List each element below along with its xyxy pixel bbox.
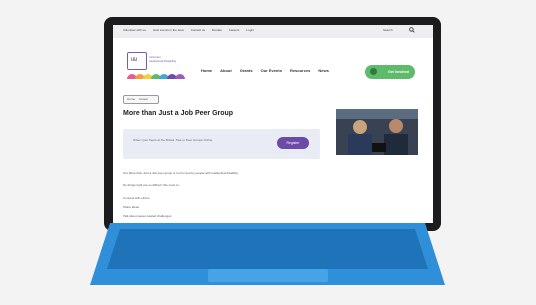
main-nav-item[interactable]: Our Events bbox=[261, 68, 282, 73]
search-icon[interactable] bbox=[409, 27, 415, 33]
logo-colour-arcs bbox=[127, 74, 185, 79]
main-nav: Home About Grants Our Events Resources N… bbox=[201, 68, 329, 73]
list-item: Share ideas bbox=[123, 205, 140, 209]
main-nav-item[interactable]: Resources bbox=[290, 68, 310, 73]
main-nav-item[interactable]: About bbox=[220, 68, 232, 73]
list-item: Connect with others bbox=[123, 196, 150, 200]
utility-nav: Volunteer with us Host events in the are… bbox=[123, 28, 254, 32]
utility-nav-item[interactable]: Careers bbox=[229, 28, 240, 32]
logo-line2: Intellectual Disability bbox=[149, 59, 177, 63]
get-involved-button[interactable]: Get Involved bbox=[365, 65, 415, 79]
utility-nav-item[interactable]: Host events in the area bbox=[153, 28, 184, 32]
intro-text: Our More than Just a Job peer group is r… bbox=[123, 171, 239, 175]
logo-mark: i&i bbox=[127, 52, 147, 70]
keyboard-cover bbox=[90, 223, 445, 285]
search-label[interactable]: Search bbox=[383, 28, 393, 32]
scene: Volunteer with us Host events in the are… bbox=[0, 0, 536, 305]
utility-nav-item[interactable]: Donate bbox=[212, 28, 222, 32]
utility-nav-item[interactable]: Login bbox=[246, 28, 253, 32]
prompt-text: Do things right are so difficult. We mee… bbox=[123, 183, 180, 187]
register-button[interactable]: Register bbox=[277, 137, 309, 149]
breadcrumb: Home Career bbox=[123, 95, 159, 104]
site-logo[interactable]: i&i Inclusion Intellectual Disability bbox=[127, 52, 189, 79]
laptop-screen: Volunteer with us Host events in the are… bbox=[113, 25, 433, 223]
breadcrumb-item[interactable]: Home bbox=[127, 97, 135, 101]
main-nav-item[interactable]: News bbox=[318, 68, 328, 73]
list-item: Talk about career-related challenges bbox=[123, 214, 172, 218]
logo-wordmark: Inclusion Intellectual Disability bbox=[149, 55, 176, 63]
banner-text: When I join Peers at the Bristol, Tate o… bbox=[133, 138, 213, 142]
utility-bar: Volunteer with us Host events in the are… bbox=[113, 25, 433, 38]
peer-group-photo bbox=[336, 109, 418, 155]
main-nav-item[interactable]: Grants bbox=[240, 68, 253, 73]
utility-nav-item[interactable]: Volunteer with us bbox=[123, 28, 146, 32]
get-involved-label: Get Involved bbox=[387, 70, 409, 74]
logo-mark-text: i&i bbox=[131, 57, 138, 63]
main-nav-item[interactable]: Home bbox=[201, 68, 212, 73]
person-icon bbox=[370, 68, 377, 75]
breadcrumb-item[interactable]: Career bbox=[139, 97, 148, 101]
utility-nav-item[interactable]: Contact us bbox=[191, 28, 205, 32]
page-title: More than Just a Job Peer Group bbox=[123, 110, 234, 117]
